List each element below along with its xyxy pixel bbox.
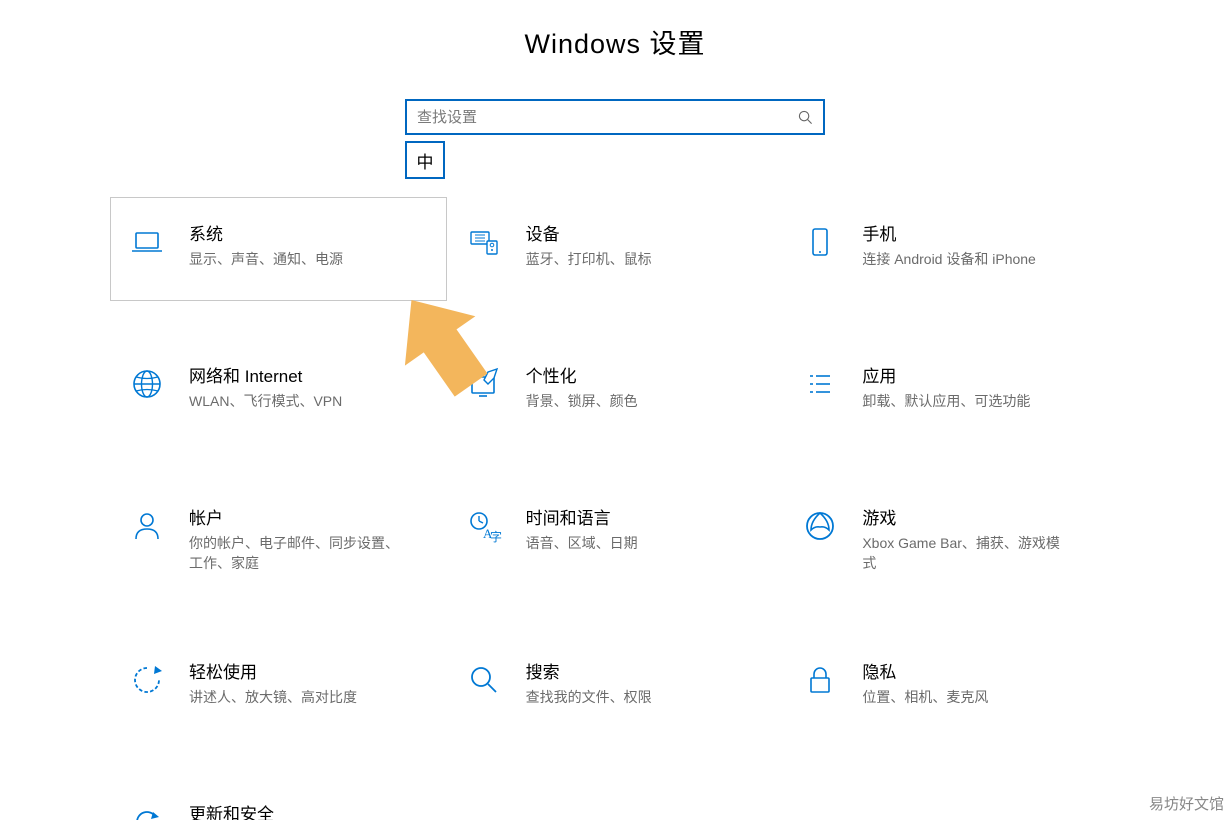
tile-title: 帐户 [189, 504, 399, 533]
personal-icon [462, 362, 506, 406]
devices-icon [462, 220, 506, 264]
tile-privacy[interactable]: 隐私位置、相机、麦克风 [783, 635, 1120, 739]
tile-network[interactable]: 网络和 InternetWLAN、飞行模式、VPN [110, 339, 447, 443]
tile-time[interactable]: A字时间和语言语音、区域、日期 [447, 481, 784, 597]
tile-title: 时间和语言 [526, 504, 638, 533]
tile-ease[interactable]: 轻松使用讲述人、放大镜、高对比度 [110, 635, 447, 739]
tile-title: 更新和安全 [189, 800, 362, 820]
ease-icon [125, 658, 169, 702]
tile-title: 轻松使用 [189, 658, 357, 687]
globe-icon [125, 362, 169, 406]
tile-apps[interactable]: 应用卸载、默认应用、可选功能 [783, 339, 1120, 443]
tile-title: 系统 [189, 220, 343, 249]
tile-update[interactable]: 更新和安全Windows 更新、恢复、备份 [110, 777, 447, 820]
tile-search[interactable]: 搜索查找我的文件、权限 [447, 635, 784, 739]
tile-title: 个性化 [526, 362, 638, 391]
tile-system[interactable]: 系统显示、声音、通知、电源 [110, 197, 447, 301]
search-tile-icon [462, 658, 506, 702]
search-box[interactable] [405, 99, 825, 135]
tile-desc: 卸载、默认应用、可选功能 [862, 391, 1030, 411]
apps-icon [798, 362, 842, 406]
gaming-icon [798, 504, 842, 548]
search-icon[interactable] [787, 110, 823, 125]
tile-title: 设备 [526, 220, 652, 249]
tile-personal[interactable]: 个性化背景、锁屏、颜色 [447, 339, 784, 443]
tile-desc: 位置、相机、麦克风 [862, 687, 988, 707]
tile-desc: 显示、声音、通知、电源 [189, 249, 343, 269]
tile-desc: 背景、锁屏、颜色 [526, 391, 638, 411]
watermark: 易坊好文馆 [1149, 793, 1224, 814]
tile-title: 隐私 [862, 658, 988, 687]
time-lang-icon: A字 [462, 504, 506, 548]
tile-desc: 你的帐户、电子邮件、同步设置、工作、家庭 [189, 533, 399, 574]
phone-icon [798, 220, 842, 264]
update-icon [125, 800, 169, 820]
tile-desc: 查找我的文件、权限 [526, 687, 652, 707]
lock-icon [798, 658, 842, 702]
tile-title: 搜索 [526, 658, 652, 687]
tile-desc: 讲述人、放大镜、高对比度 [189, 687, 357, 707]
tile-accounts[interactable]: 帐户你的帐户、电子邮件、同步设置、工作、家庭 [110, 481, 447, 597]
tile-title: 手机 [862, 220, 1036, 249]
tile-title: 应用 [862, 362, 1030, 391]
tile-title: 网络和 Internet [189, 362, 342, 391]
page-title: Windows 设置 [0, 22, 1230, 61]
svg-text:字: 字 [490, 529, 502, 544]
account-icon [125, 504, 169, 548]
tile-desc: 蓝牙、打印机、鼠标 [526, 249, 652, 269]
tile-title: 游戏 [862, 504, 1072, 533]
tile-desc: 语音、区域、日期 [526, 533, 638, 553]
tile-desc: 连接 Android 设备和 iPhone [862, 249, 1036, 269]
ime-indicator[interactable]: 中 [405, 141, 445, 179]
tile-phone[interactable]: 手机连接 Android 设备和 iPhone [783, 197, 1120, 301]
tile-desc: WLAN、飞行模式、VPN [189, 391, 342, 411]
tile-desc: Xbox Game Bar、捕获、游戏模式 [862, 533, 1072, 574]
tile-gaming[interactable]: 游戏Xbox Game Bar、捕获、游戏模式 [783, 481, 1120, 597]
laptop-icon [125, 220, 169, 264]
search-input[interactable] [407, 109, 787, 126]
tile-devices[interactable]: 设备蓝牙、打印机、鼠标 [447, 197, 784, 301]
